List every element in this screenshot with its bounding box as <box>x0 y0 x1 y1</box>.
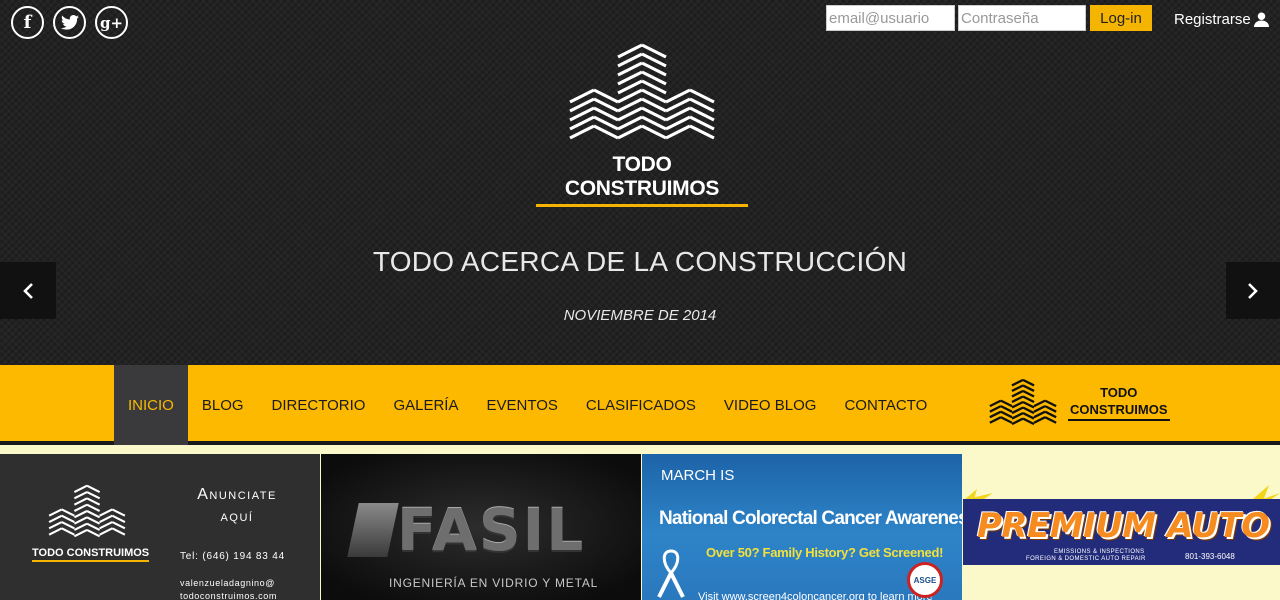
ad3-url: Visit www.screen4coloncancer.org to lear… <box>698 591 933 600</box>
ad-todo-construimos[interactable]: TODO CONSTRUIMOS Anunciate aquí Tel: (64… <box>0 454 320 600</box>
ad-email-line1: valenzueladagnino@ <box>180 578 275 588</box>
fasil-tagline: INGENIERÍA EN VIDRIO Y METAL <box>389 576 599 590</box>
nav-item-eventos[interactable]: EVENTOS <box>472 365 571 445</box>
ad-headline-line2: aquí <box>220 508 254 525</box>
email-field[interactable] <box>826 5 955 31</box>
premium-auto-services-line2: FOREIGN & DOMESTIC AUTO REPAIR <box>1026 556 1146 562</box>
ad3-subtitle: Over 50? Family History? Get Screened! <box>706 545 944 560</box>
hero-banner: f g+ Log-in Registrarse <box>0 0 1280 365</box>
facebook-icon[interactable]: f <box>11 6 44 39</box>
chevron-left-icon <box>23 282 33 299</box>
site-logo[interactable]: TODO CONSTRUIMOS <box>536 42 748 207</box>
nav-logo-text: TODO CONSTRUIMOS <box>1068 384 1170 421</box>
ad-email-line2: todoconstruimos.com <box>180 591 277 600</box>
nav-item-video-blog[interactable]: VIDEO BLOG <box>710 365 831 445</box>
nav-item-clasificados[interactable]: CLASIFICADOS <box>572 365 710 445</box>
twitter-icon[interactable] <box>53 6 86 39</box>
nav-item-contacto[interactable]: CONTACTO <box>830 365 941 445</box>
ad3-seal: ASGE <box>907 562 943 598</box>
chevron-right-icon <box>1248 282 1258 299</box>
site-logo-name: TODO CONSTRUIMOS <box>536 153 748 207</box>
nav-item-directorio[interactable]: DIRECTORIO <box>258 365 380 445</box>
nav-item-inicio[interactable]: INICIO <box>114 365 188 445</box>
slider-next-button[interactable] <box>1226 262 1280 319</box>
ad-fasil[interactable]: FASIL INGENIERÍA EN VIDRIO Y METAL <box>321 454 641 600</box>
register-link[interactable]: Registrarse <box>1174 11 1269 28</box>
ad-headline-line1: Anunciate <box>197 486 277 503</box>
premium-auto-title: PREMIUM AUTO <box>977 506 1270 546</box>
nav-logo[interactable]: TODO CONSTRUIMOS <box>988 377 1170 427</box>
nav-logo-line1: TODO <box>1100 384 1138 400</box>
buildings-logo-icon <box>48 484 126 538</box>
main-nav: INICIO BLOG DIRECTORIO GALERÍA EVENTOS C… <box>0 365 1280 445</box>
password-field[interactable] <box>958 5 1086 31</box>
login-button[interactable]: Log-in <box>1090 5 1152 31</box>
facebook-label: f <box>23 12 32 33</box>
buildings-logo-icon <box>569 43 715 140</box>
ad-colorectal-awareness[interactable]: MARCH IS National Colorectal Cancer Awar… <box>642 454 962 600</box>
social-links: f g+ <box>11 6 128 39</box>
premium-auto-services-line1: EMISSIONS & INSPECTIONS <box>1054 549 1145 555</box>
ad-strip: TODO CONSTRUIMOS Anunciate aquí Tel: (64… <box>0 445 1280 600</box>
ad-logo: TODO CONSTRUIMOS <box>32 484 150 562</box>
register-label: Registrarse <box>1174 11 1251 28</box>
ad3-month: MARCH IS <box>661 467 735 484</box>
slide-title: TODO ACERCA DE LA CONSTRUCCIÓN <box>372 246 908 277</box>
ad-headline: Anunciate aquí <box>172 484 302 528</box>
premium-auto-phone: 801-393-6048 <box>1185 552 1235 561</box>
ad-phone: Tel: (646) 194 83 44 <box>180 551 285 562</box>
buildings-logo-icon <box>989 378 1057 426</box>
ad-premium-auto[interactable]: PREMIUM AUTO EMISSIONS & INSPECTIONS FOR… <box>963 454 1280 600</box>
premium-auto-services: EMISSIONS & INSPECTIONS FOREIGN & DOMEST… <box>1026 549 1146 563</box>
googleplus-icon[interactable]: g+ <box>95 6 128 39</box>
nav-items: INICIO BLOG DIRECTORIO GALERÍA EVENTOS C… <box>114 365 941 445</box>
login-form: Log-in <box>826 5 1152 31</box>
ad-logo-name: TODO CONSTRUIMOS <box>32 547 150 562</box>
nav-item-blog[interactable]: BLOG <box>188 365 258 445</box>
fasil-logo: FASIL <box>347 496 603 564</box>
nav-item-galeria[interactable]: GALERÍA <box>379 365 472 445</box>
fasil-mark-icon <box>347 503 399 557</box>
user-icon <box>1253 12 1269 27</box>
awareness-ribbon-icon <box>657 549 685 598</box>
fasil-word: FASIL <box>397 496 586 564</box>
slide-date: NOVIEMBRE DE 2014 <box>563 307 717 324</box>
nav-logo-line2: CONSTRUIMOS <box>1070 401 1168 417</box>
ad3-title: National Colorectal Cancer Awareness Mon… <box>659 508 962 529</box>
ad-email: valenzueladagnino@ todoconstruimos.com <box>180 577 277 600</box>
slider-prev-button[interactable] <box>0 262 56 319</box>
googleplus-label: g+ <box>99 13 124 32</box>
